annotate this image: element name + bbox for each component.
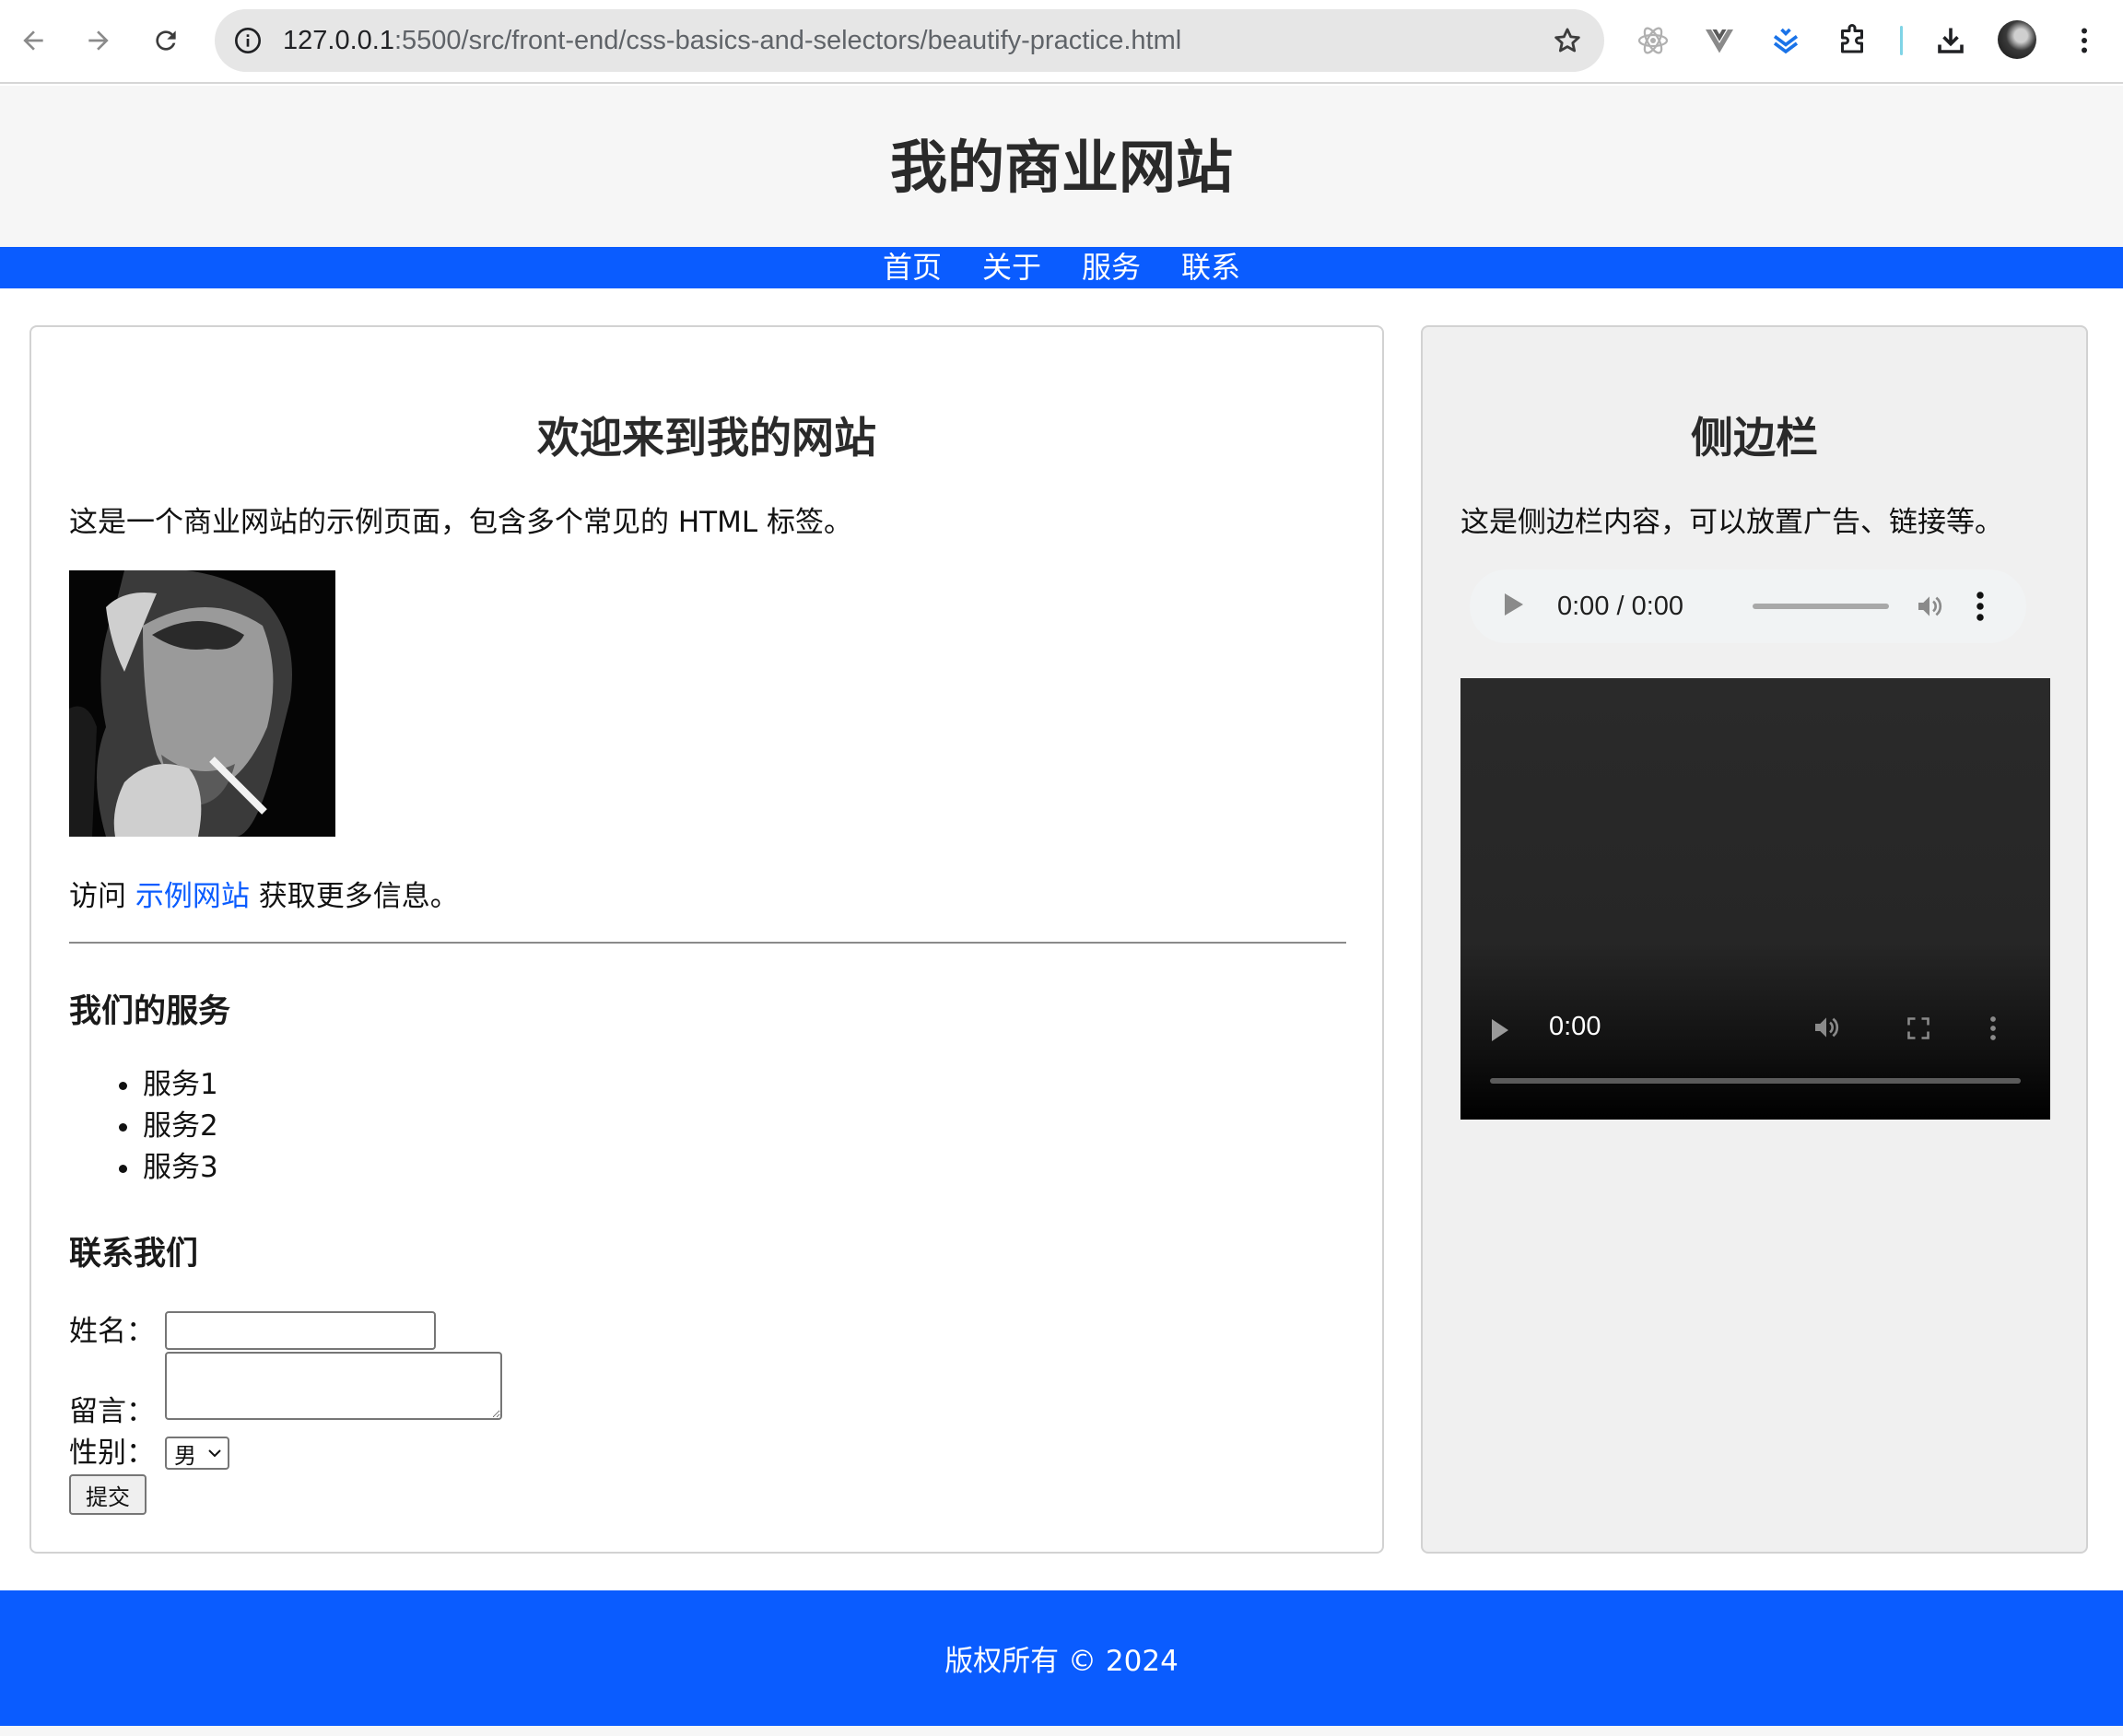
- welcome-heading: 欢迎来到我的网站: [537, 413, 876, 463]
- list-item: 服务2: [69, 1106, 218, 1147]
- audio-time: 0:00 / 0:00: [1557, 592, 1684, 621]
- download-icon[interactable]: [1929, 18, 1973, 63]
- url-text: 127.0.0.1:5500/src/front-end/css-basics-…: [283, 9, 1181, 72]
- copyright-text: 版权所有 © 2024: [944, 1645, 1179, 1678]
- services-list: 服务1 服务2 服务3: [69, 1064, 218, 1189]
- visit-prefix: 访问: [69, 880, 126, 913]
- name-label: 姓名：: [69, 1315, 155, 1348]
- message-label: 留言：: [69, 1395, 155, 1428]
- example-site-link[interactable]: 示例网站: [135, 880, 250, 913]
- play-icon[interactable]: [1505, 593, 1523, 616]
- sidebar: 侧边栏 这是侧边栏内容，可以放置广告、链接等。 0:00 / 0:00 0:00: [1421, 325, 2088, 1554]
- site-title: 我的商业网站: [889, 133, 1233, 201]
- submit-button[interactable]: 提交: [69, 1474, 147, 1515]
- intro-text: 这是一个商业网站的示例页面，包含多个常见的 HTML 标签。: [69, 506, 852, 539]
- name-field[interactable]: [165, 1311, 436, 1350]
- reload-icon[interactable]: [142, 17, 190, 65]
- hero-image: [69, 570, 335, 837]
- more-options-icon[interactable]: [1988, 1014, 1998, 1043]
- nav-item-home[interactable]: 首页: [881, 247, 944, 288]
- profile-avatar[interactable]: [1998, 20, 2036, 59]
- audio-player[interactable]: 0:00 / 0:00: [1470, 569, 2026, 643]
- list-item: 服务3: [69, 1147, 218, 1189]
- vue-devtools-icon[interactable]: [1697, 18, 1742, 63]
- more-menu-icon[interactable]: [2062, 18, 2106, 63]
- forward-icon[interactable]: [75, 17, 123, 65]
- sidebar-heading: 侧边栏: [1691, 413, 1818, 463]
- back-icon[interactable]: [9, 17, 57, 65]
- site-info-icon[interactable]: [228, 20, 268, 61]
- divider: [69, 942, 1346, 944]
- gender-select[interactable]: 男: [165, 1437, 229, 1470]
- gender-label: 性别：: [69, 1437, 155, 1470]
- video-time: 0:00: [1549, 1012, 1601, 1041]
- toolbar-divider: [1900, 26, 1903, 55]
- main-nav: 首页 关于 服务 联系: [0, 247, 2123, 288]
- gender-selected-value: 男: [174, 1442, 196, 1469]
- react-devtools-icon[interactable]: [1631, 18, 1675, 63]
- video-player[interactable]: 0:00: [1460, 678, 2050, 1120]
- volume-icon[interactable]: [1914, 592, 1945, 621]
- nav-item-services[interactable]: 服务: [1080, 247, 1143, 288]
- address-bar[interactable]: 127.0.0.1:5500/src/front-end/css-basics-…: [215, 9, 1604, 72]
- audio-progress-bar[interactable]: [1753, 604, 1889, 609]
- video-progress-bar[interactable]: [1490, 1078, 2021, 1084]
- nav-item-about[interactable]: 关于: [980, 247, 1043, 288]
- list-item: 服务1: [69, 1064, 218, 1106]
- extensions-puzzle-icon[interactable]: [1830, 18, 1874, 63]
- site-footer: 版权所有 © 2024: [0, 1590, 2123, 1726]
- page-bottom: [0, 1726, 2123, 1736]
- main-content: 欢迎来到我的网站 这是一个商业网站的示例页面，包含多个常见的 HTML 标签。 …: [29, 325, 1384, 1554]
- extension-stack-icon[interactable]: [1764, 18, 1808, 63]
- bookmark-star-icon[interactable]: [1547, 20, 1588, 61]
- play-icon[interactable]: [1492, 1019, 1508, 1041]
- url-host: 127.0.0.1: [283, 26, 394, 55]
- more-options-icon[interactable]: [1975, 590, 1986, 623]
- message-field[interactable]: [165, 1352, 502, 1420]
- nav-item-contact[interactable]: 联系: [1179, 247, 1242, 288]
- sidebar-text: 这是侧边栏内容，可以放置广告、链接等。: [1460, 506, 2003, 539]
- fullscreen-icon[interactable]: [1906, 1015, 1931, 1041]
- volume-icon[interactable]: [1811, 1013, 1842, 1042]
- site-header: 我的商业网站: [0, 86, 2123, 247]
- chevron-down-icon: [208, 1449, 221, 1458]
- visit-suffix: 获取更多信息。: [258, 880, 459, 913]
- visit-text: 访问 示例网站 获取更多信息。: [69, 873, 459, 914]
- url-path: :5500/src/front-end/css-basics-and-selec…: [393, 26, 1182, 55]
- contact-heading: 联系我们: [69, 1236, 199, 1273]
- browser-toolbar: 127.0.0.1:5500/src/front-end/css-basics-…: [0, 0, 2123, 84]
- services-heading: 我们的服务: [69, 993, 231, 1030]
